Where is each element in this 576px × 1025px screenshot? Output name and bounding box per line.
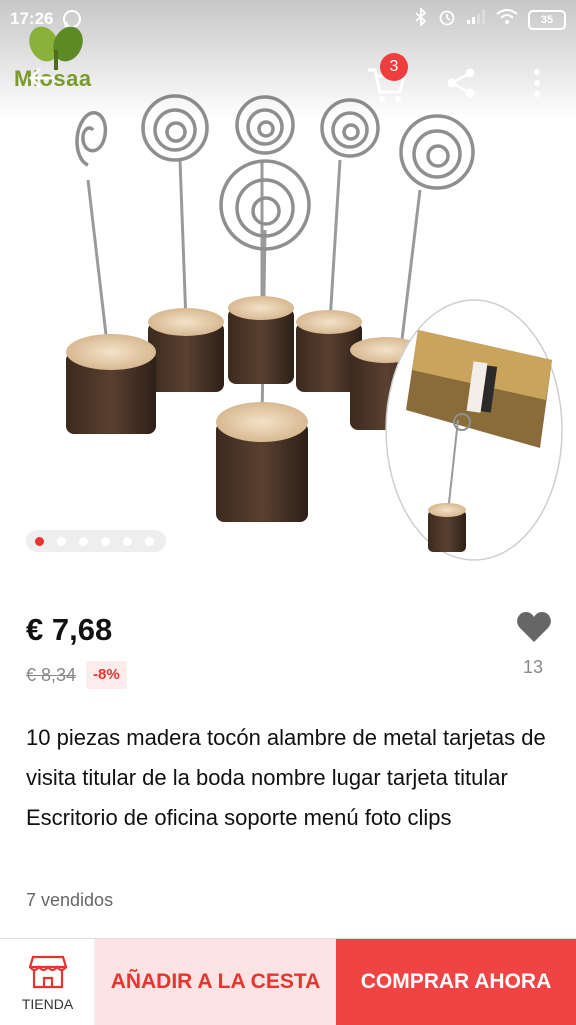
- product-image-gallery[interactable]: 17:26 35 Miosaa 3: [0, 0, 576, 580]
- store-icon: [29, 955, 67, 989]
- pager-dot[interactable]: [145, 536, 154, 546]
- product-title: 10 piezas madera tocón alambre de metal …: [26, 725, 546, 830]
- store-button[interactable]: TIENDA: [0, 939, 95, 1025]
- add-to-cart-button[interactable]: AÑADIR A LA CESTA: [95, 939, 336, 1025]
- buy-now-button[interactable]: COMPRAR AHORA: [336, 939, 576, 1025]
- share-icon[interactable]: [444, 66, 478, 100]
- heart-icon[interactable]: [516, 610, 552, 644]
- bluetooth-icon: [414, 6, 428, 31]
- cart-count-badge[interactable]: 3: [380, 53, 408, 81]
- wishlist-count: 13: [523, 657, 544, 677]
- discount-badge: -8%: [86, 661, 127, 689]
- original-price: € 8,34: [26, 665, 77, 685]
- status-icons: 35: [414, 6, 566, 31]
- battery-icon: 35: [528, 9, 566, 30]
- wifi-icon: [496, 9, 518, 30]
- back-arrow-icon[interactable]: [28, 66, 56, 97]
- sold-count: 7 vendidos: [26, 890, 114, 910]
- pager-dot[interactable]: [101, 536, 110, 546]
- current-price: € 7,68: [26, 612, 113, 647]
- pager-dot[interactable]: [57, 536, 66, 546]
- alarm-icon: [438, 8, 456, 31]
- store-label: TIENDA: [21, 996, 74, 1012]
- pager-dot-active[interactable]: [35, 536, 44, 546]
- pager-dot[interactable]: [79, 536, 88, 546]
- bottom-action-bar: TIENDA AÑADIR A LA CESTA COMPRAR AHORA: [0, 938, 576, 1025]
- signal-icon: [466, 9, 486, 30]
- gallery-pager[interactable]: [26, 530, 166, 552]
- more-vert-icon[interactable]: [528, 66, 546, 100]
- pager-dot[interactable]: [123, 536, 132, 546]
